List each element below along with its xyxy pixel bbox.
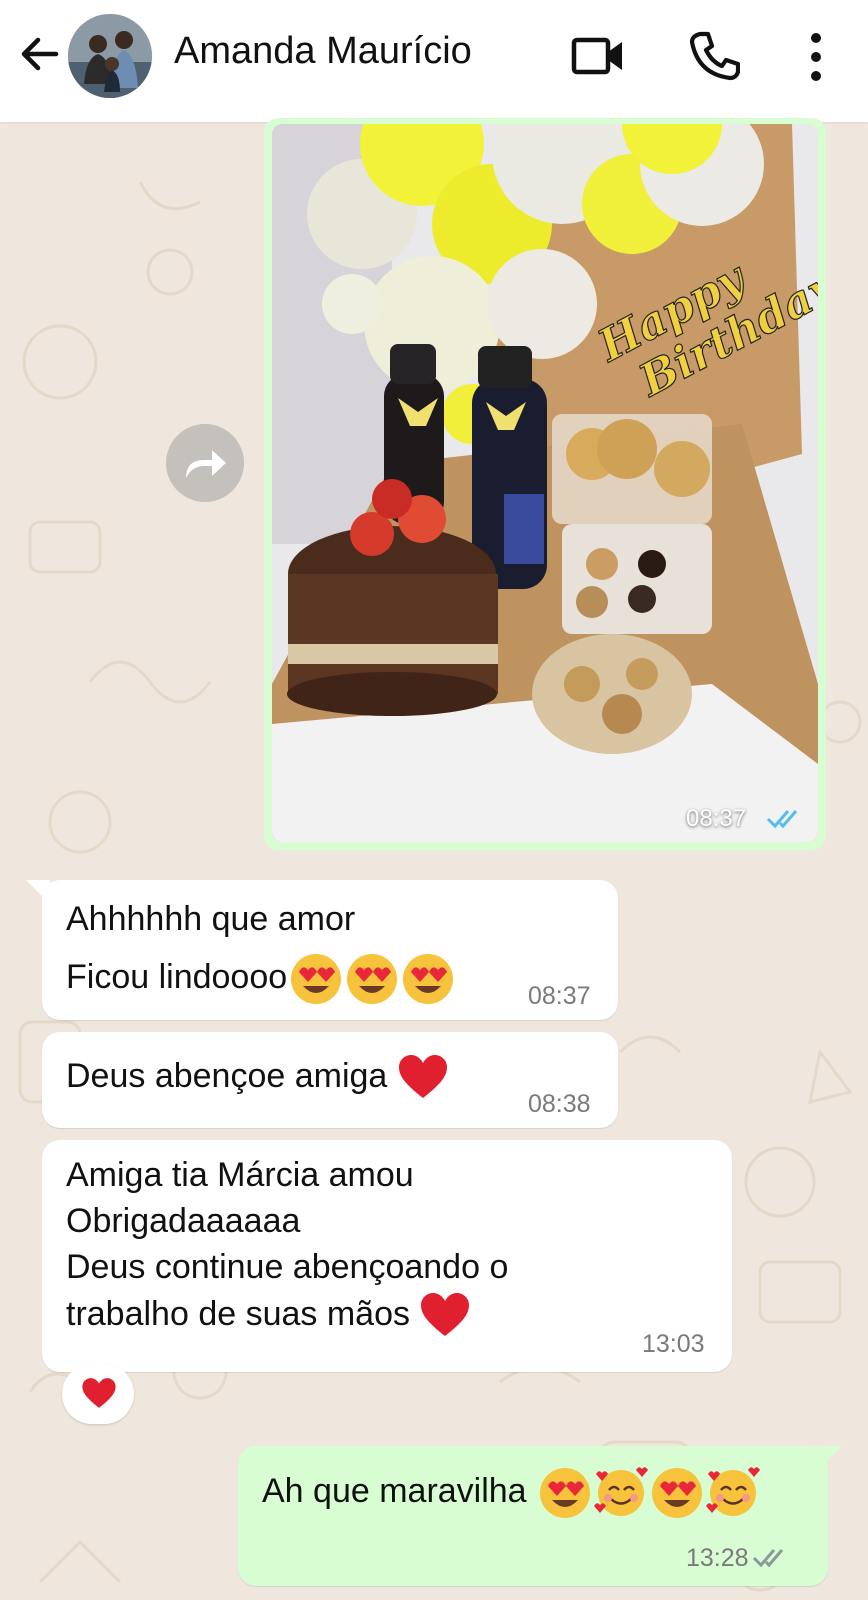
- read-receipt-icon: [766, 810, 798, 829]
- video-call-icon[interactable]: [570, 30, 626, 82]
- message-text: Ah que maravilha: [262, 1471, 527, 1510]
- smiling-face-with-hearts-emoji: [594, 1467, 649, 1516]
- incoming-message-bubble[interactable]: Ahhhhhh que amor Ficou lindoooo 08:37: [42, 880, 618, 1020]
- heart-eyes-emoji: [291, 954, 342, 1004]
- message-text: Deus continue abençoando o: [66, 1248, 509, 1286]
- red-heart-emoji: [398, 1055, 447, 1098]
- message-text-row: Ah que maravilha: [262, 1466, 761, 1520]
- forward-icon: [186, 450, 226, 478]
- forward-button[interactable]: [166, 424, 244, 502]
- image-message-time: 08:37: [686, 805, 747, 832]
- red-heart-emoji: [421, 1293, 470, 1336]
- delivered-ticks-icon: [752, 1549, 784, 1568]
- birthday-box-photo[interactable]: Happy Birthday: [272, 124, 818, 842]
- contact-name[interactable]: Amanda Maurício: [174, 30, 472, 73]
- more-options-icon[interactable]: [798, 30, 834, 84]
- message-text: Deus abençoe amiga: [66, 1056, 388, 1095]
- chat-header: Amanda Maurício: [0, 0, 868, 122]
- message-time: 13:03: [642, 1330, 705, 1358]
- back-arrow-icon[interactable]: [16, 30, 64, 78]
- message-text-row: Ficou lindoooo: [66, 952, 455, 1006]
- message-text: trabalho de suas mãos: [66, 1294, 410, 1333]
- message-time: 08:37: [528, 982, 591, 1010]
- smiling-face-with-hearts-emoji: [706, 1467, 761, 1516]
- message-reaction[interactable]: [62, 1364, 134, 1424]
- heart-eyes-emoji: [403, 954, 454, 1004]
- message-text-row: trabalho de suas mãos: [66, 1290, 471, 1342]
- message-text: Ficou lindoooo: [66, 957, 288, 996]
- message-text-row: Deus abençoe amiga: [66, 1052, 449, 1104]
- heart-eyes-emoji: [347, 954, 398, 1004]
- red-heart-emoji: [82, 1378, 116, 1408]
- message-text: Obrigadaaaaaa: [66, 1202, 301, 1240]
- incoming-message-bubble[interactable]: Amiga tia Márcia amou Obrigadaaaaaa Deus…: [42, 1140, 732, 1372]
- message-time: 13:28: [686, 1544, 749, 1572]
- message-text: Amiga tia Márcia amou: [66, 1156, 414, 1194]
- heart-eyes-emoji: [540, 1468, 591, 1518]
- outgoing-message-bubble[interactable]: Ah que maravilha 13:28: [238, 1446, 828, 1586]
- voice-call-icon[interactable]: [688, 28, 740, 82]
- heart-eyes-emoji: [652, 1468, 703, 1518]
- message-time: 08:38: [528, 1090, 591, 1118]
- incoming-message-bubble[interactable]: Deus abençoe amiga 08:38: [42, 1032, 618, 1128]
- message-text: Ahhhhhh que amor: [66, 900, 356, 938]
- contact-avatar[interactable]: [68, 14, 152, 98]
